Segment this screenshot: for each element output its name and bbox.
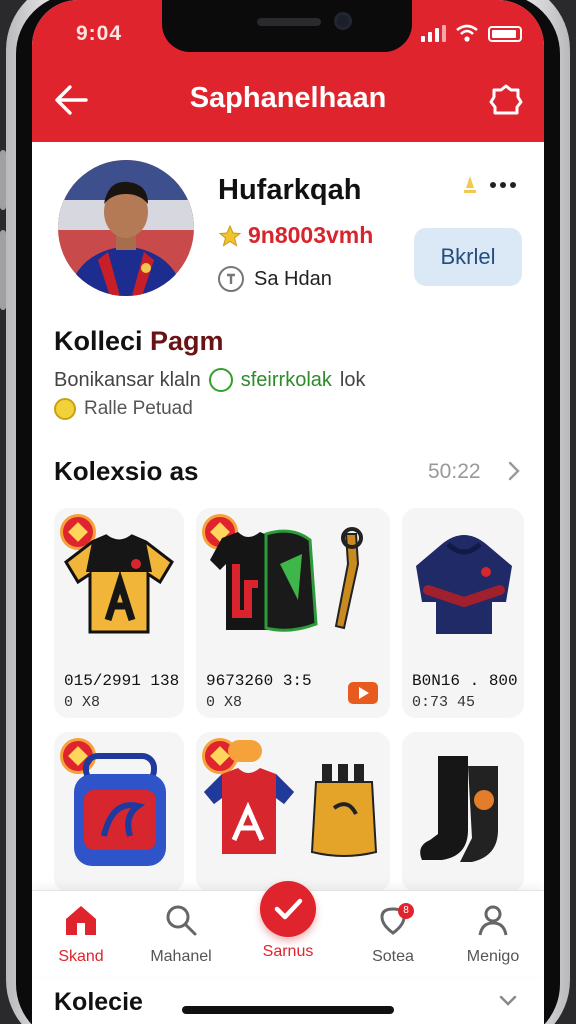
page-title: Saphanelhaan — [189, 82, 387, 114]
description-link[interactable]: sfeirrkolak — [241, 369, 332, 392]
battery-icon — [488, 26, 522, 42]
product-qty: 0 X8 — [64, 694, 101, 711]
home-icon — [66, 906, 96, 935]
shirt-and-bag-image — [204, 764, 378, 857]
home-indicator[interactable] — [182, 1006, 394, 1014]
product-qty: 0:73 45 — [412, 694, 476, 711]
side-button — [0, 230, 6, 310]
product-card[interactable] — [402, 732, 524, 892]
section-title: Kolexsio as — [54, 456, 199, 486]
tag-badge — [228, 740, 262, 762]
location-row: Sa Hdan — [218, 266, 332, 292]
collection-sub: Ralle Petuad — [54, 398, 193, 420]
nav-item-search[interactable]: Mahanel — [136, 903, 226, 966]
collection-description: Bonikansar klaln sfeirrkolak lok — [54, 368, 365, 392]
header-bar: 9:04 Saphanelhaan — [32, 0, 544, 142]
section-count: 50:22 — [428, 460, 481, 483]
notification-badge: 8 — [398, 903, 414, 919]
product-card[interactable]: B0N16 . 800 0:73 45 — [402, 508, 524, 718]
checkmark-icon — [274, 898, 303, 920]
product-price: 9673260 3:5 — [206, 672, 312, 690]
jersey-image — [64, 534, 174, 634]
nav-item-profile[interactable]: Menigo — [448, 903, 538, 966]
status-icons — [421, 24, 522, 42]
coin-icon — [54, 398, 76, 420]
socks-image — [420, 756, 498, 862]
profile-name: Hufarkqah — [218, 174, 362, 206]
backpack-image — [74, 753, 166, 866]
search-icon — [166, 905, 197, 936]
profile-actions — [460, 174, 516, 196]
chevron-down-icon[interactable] — [498, 994, 518, 1008]
play-icon[interactable] — [348, 682, 378, 704]
status-time: 9:04 — [76, 22, 123, 45]
avatar[interactable] — [58, 160, 194, 296]
kit-bundle-image — [210, 527, 363, 632]
follow-button[interactable]: Bkrlel — [414, 228, 522, 286]
nav-label: Sarnus — [262, 943, 314, 960]
screen: 9:04 Saphanelhaan Hufarkqah 9n8003vmh Sa… — [32, 0, 544, 1024]
product-qty: 0 X8 — [206, 694, 243, 711]
more-options-icon[interactable] — [490, 182, 516, 188]
nav-label: Sotea — [372, 948, 414, 965]
description-tail: lok — [339, 368, 366, 391]
chevron-right-icon[interactable] — [506, 460, 522, 482]
bottom-nav: Skand Mahanel Sarnus 8 Sotea Menigo — [32, 881, 544, 976]
collection-title: Kolleci Pagm — [54, 326, 224, 357]
rank-icon — [464, 176, 476, 193]
nav-item-notifications[interactable]: 8 Sotea — [348, 903, 438, 966]
hoodie-image — [416, 535, 512, 634]
nav-item-home[interactable]: Skand — [36, 903, 126, 966]
product-price: B0N16 . 800 — [412, 672, 518, 690]
footer-title: Kolecie — [54, 988, 143, 1016]
nav-label: Mahanel — [150, 948, 212, 965]
badge-icon[interactable] — [486, 80, 526, 120]
star-icon — [218, 224, 242, 247]
signal-icon — [421, 25, 446, 42]
rating-row: 9n8003vmh — [218, 222, 373, 249]
front-camera — [334, 12, 352, 30]
location-text: Sa Hdan — [254, 267, 332, 290]
product-price: 015/2991 138 — [64, 672, 180, 690]
side-button — [0, 150, 6, 210]
location-icon — [218, 266, 244, 292]
check-action-button[interactable] — [260, 881, 316, 937]
description-text: Bonikansar klaln — [54, 368, 201, 391]
sub-text: Ralle Petuad — [84, 398, 193, 419]
product-card[interactable] — [196, 732, 390, 892]
product-card[interactable] — [54, 732, 184, 892]
collection-title-main: Kolleci — [54, 326, 151, 356]
nav-label: Menigo — [466, 948, 520, 965]
product-card[interactable]: 9673260 3:5 0 X8 — [196, 508, 390, 718]
rating-text: 9n8003vmh — [248, 222, 374, 248]
notch — [162, 0, 412, 52]
nav-label: Skand — [58, 948, 104, 965]
person-icon — [478, 905, 508, 936]
product-card[interactable]: 015/2991 138 0 X8 — [54, 508, 184, 718]
collection-title-accent: Pagm — [150, 326, 224, 356]
speaker — [257, 18, 321, 26]
chat-icon — [208, 368, 233, 392]
wifi-icon — [456, 24, 478, 42]
